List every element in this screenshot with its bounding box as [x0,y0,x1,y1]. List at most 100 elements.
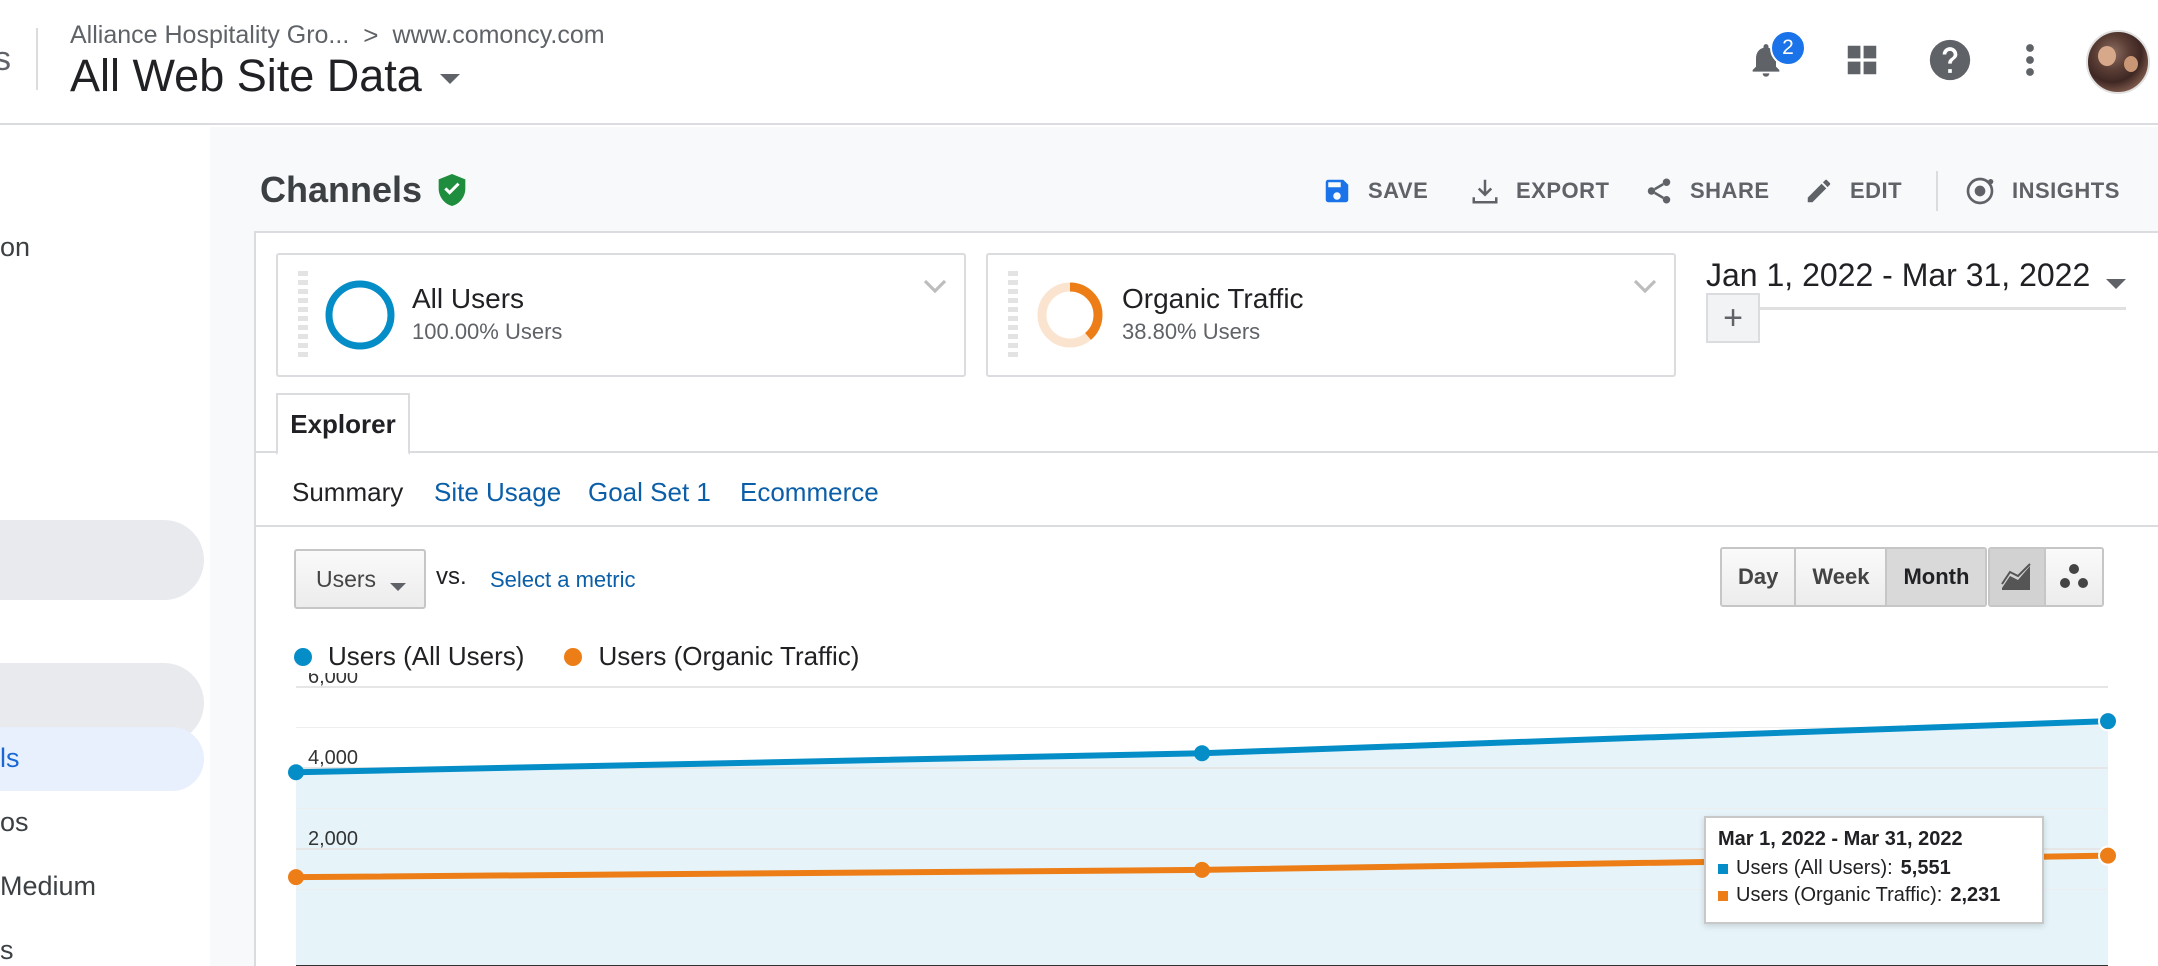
line-chart-icon [2001,563,2031,590]
segment-card-all-users[interactable]: All Users 100.00% Users [276,253,966,377]
legend-label: Users (All Users) [328,641,525,671]
apps-grid-icon [1847,45,1877,75]
select-metric-link[interactable]: Select a metric [490,567,636,593]
subtab-site-usage[interactable]: Site Usage [434,477,561,508]
edit-label: EDIT [1850,178,1903,203]
data-point-all-users [288,764,304,781]
sidebar-item-label[interactable]: os [0,807,29,838]
help-button[interactable] [1920,30,1980,90]
segment-percentage: 38.80% Users [1122,319,1261,344]
caret-down-icon [2106,279,2126,289]
insights-icon [1966,177,1994,205]
segment-percentage: 100.00% Users [412,319,563,344]
y-tick-label: 6,000 [308,673,358,688]
save-icon [1325,179,1349,203]
data-point-all-users [2098,711,2118,732]
tooltip-swatch [1718,863,1728,874]
segment-name: Organic Traffic [1122,283,1304,314]
share-label: SHARE [1690,178,1770,203]
drag-handle-icon[interactable] [298,271,308,361]
report-toolbar: SAVE EXPORT SHARE EDIT INSIGHTS [210,171,2158,211]
legend-swatch [564,647,583,666]
tooltip-organic-label: Users (Organic Traffic): [1736,884,1943,906]
report-tabs: Explorer [256,393,2158,455]
share-icon [1647,178,1671,204]
save-label: SAVE [1368,178,1429,203]
tooltip-swatch [1718,890,1728,901]
y-tick-label: 2,000 [308,828,358,850]
add-date-range-button[interactable]: + [1706,293,1760,343]
sidebar-item-label[interactable]: ls [0,743,20,774]
drag-handle-icon[interactable] [1008,271,1018,361]
more-vert-icon [2026,44,2034,76]
apps-button[interactable] [1832,30,1892,90]
caret-down-icon [390,583,406,591]
tooltip-organic-value: 2,231 [1950,884,2001,906]
pencil-icon [1807,179,1831,203]
legend-item-all-users[interactable]: Users (All Users) [294,641,524,672]
date-range-picker[interactable]: Jan 1, 2022 - Mar 31, 2022 [1706,257,2126,310]
export-button[interactable]: EXPORT [1470,171,1609,211]
share-button[interactable]: SHARE [1644,171,1770,211]
save-button[interactable]: SAVE [1322,171,1428,211]
top-header: s Alliance Hospitality Gro... > www.como… [0,0,2158,125]
data-point-organic-traffic [1194,861,1210,878]
insights-label: INSIGHTS [2012,178,2120,203]
date-range-underline [1706,307,2126,310]
chevron-down-icon[interactable] [920,271,950,301]
chart-legend: Users (All Users) Users (Organic Traffic… [294,641,859,672]
tab-explorer[interactable]: Explorer [276,393,410,455]
data-point-organic-traffic [288,869,304,886]
notifications-button[interactable]: 2 [1736,30,1806,90]
sidebar-item-label[interactable]: s [0,935,14,966]
granularity-toggle: Day Week Month [1720,547,1988,607]
more-options-button[interactable] [2000,30,2060,90]
line-chart-button[interactable] [1990,549,2046,605]
chart-tooltip: Mar 1, 2022 - Mar 31, 2022 Users (All Us… [1704,816,2044,924]
subtab-ecommerce[interactable]: Ecommerce [740,477,879,508]
segment-donut-icon [325,280,395,350]
tooltip-row-all-users: Users (All Users): 5,551 [1718,857,2030,880]
sidebar: on ls os Medium s [0,127,210,966]
segment-donut-icon [1037,282,1103,348]
sidebar-item-label[interactable]: on [0,232,30,263]
granularity-month-button[interactable]: Month [1887,549,1986,605]
explorer-subtabs: Summary Site Usage Goal Set 1 Ecommerce [256,455,2158,527]
tooltip-title: Mar 1, 2022 - Mar 31, 2022 [1718,828,1963,850]
vs-label: vs. [436,563,467,590]
sidebar-item-active[interactable] [0,727,204,791]
legend-item-organic-traffic[interactable]: Users (Organic Traffic) [564,641,859,672]
metric-select[interactable]: Users [294,549,426,609]
notification-badge: 2 [1770,30,1806,66]
help-icon [1929,39,1971,81]
bubble-chart-icon [2060,564,2088,588]
toolbar-divider [1936,171,1938,211]
sidebar-item-highlight[interactable] [0,520,204,600]
tooltip-all-users-label: Users (All Users): [1736,857,1893,879]
sidebar-item-label[interactable]: Medium [0,871,96,902]
y-tick-label: 4,000 [308,747,358,769]
export-label: EXPORT [1516,178,1610,203]
date-range-label: Jan 1, 2022 - Mar 31, 2022 [1706,257,2091,293]
data-point-all-users [1194,745,1210,762]
legend-label: Users (Organic Traffic) [598,641,860,671]
avatar[interactable] [2086,30,2150,94]
tooltip-row-organic-traffic: Users (Organic Traffic): 2,231 [1718,884,2030,907]
segment-card-organic-traffic[interactable]: Organic Traffic 38.80% Users [986,253,1676,377]
granularity-week-button[interactable]: Week [1796,549,1888,605]
subtab-summary[interactable]: Summary [292,477,403,508]
granularity-day-button[interactable]: Day [1722,549,1797,605]
insights-button[interactable]: INSIGHTS [1964,171,2120,211]
segment-name: All Users [412,283,525,314]
header-actions: 2 [0,30,2158,94]
chart-type-toggle [1988,547,2104,607]
subtab-goal-set-1[interactable]: Goal Set 1 [588,477,711,508]
legend-swatch [294,647,312,666]
tooltip-all-users-value: 5,551 [1900,857,1951,879]
motion-chart-button[interactable] [2046,549,2102,605]
chevron-down-icon[interactable] [1630,271,1660,301]
data-point-organic-traffic [2098,845,2118,866]
edit-button[interactable]: EDIT [1804,171,1902,211]
download-icon [1472,179,1498,204]
metric-select-value: Users [316,565,377,592]
